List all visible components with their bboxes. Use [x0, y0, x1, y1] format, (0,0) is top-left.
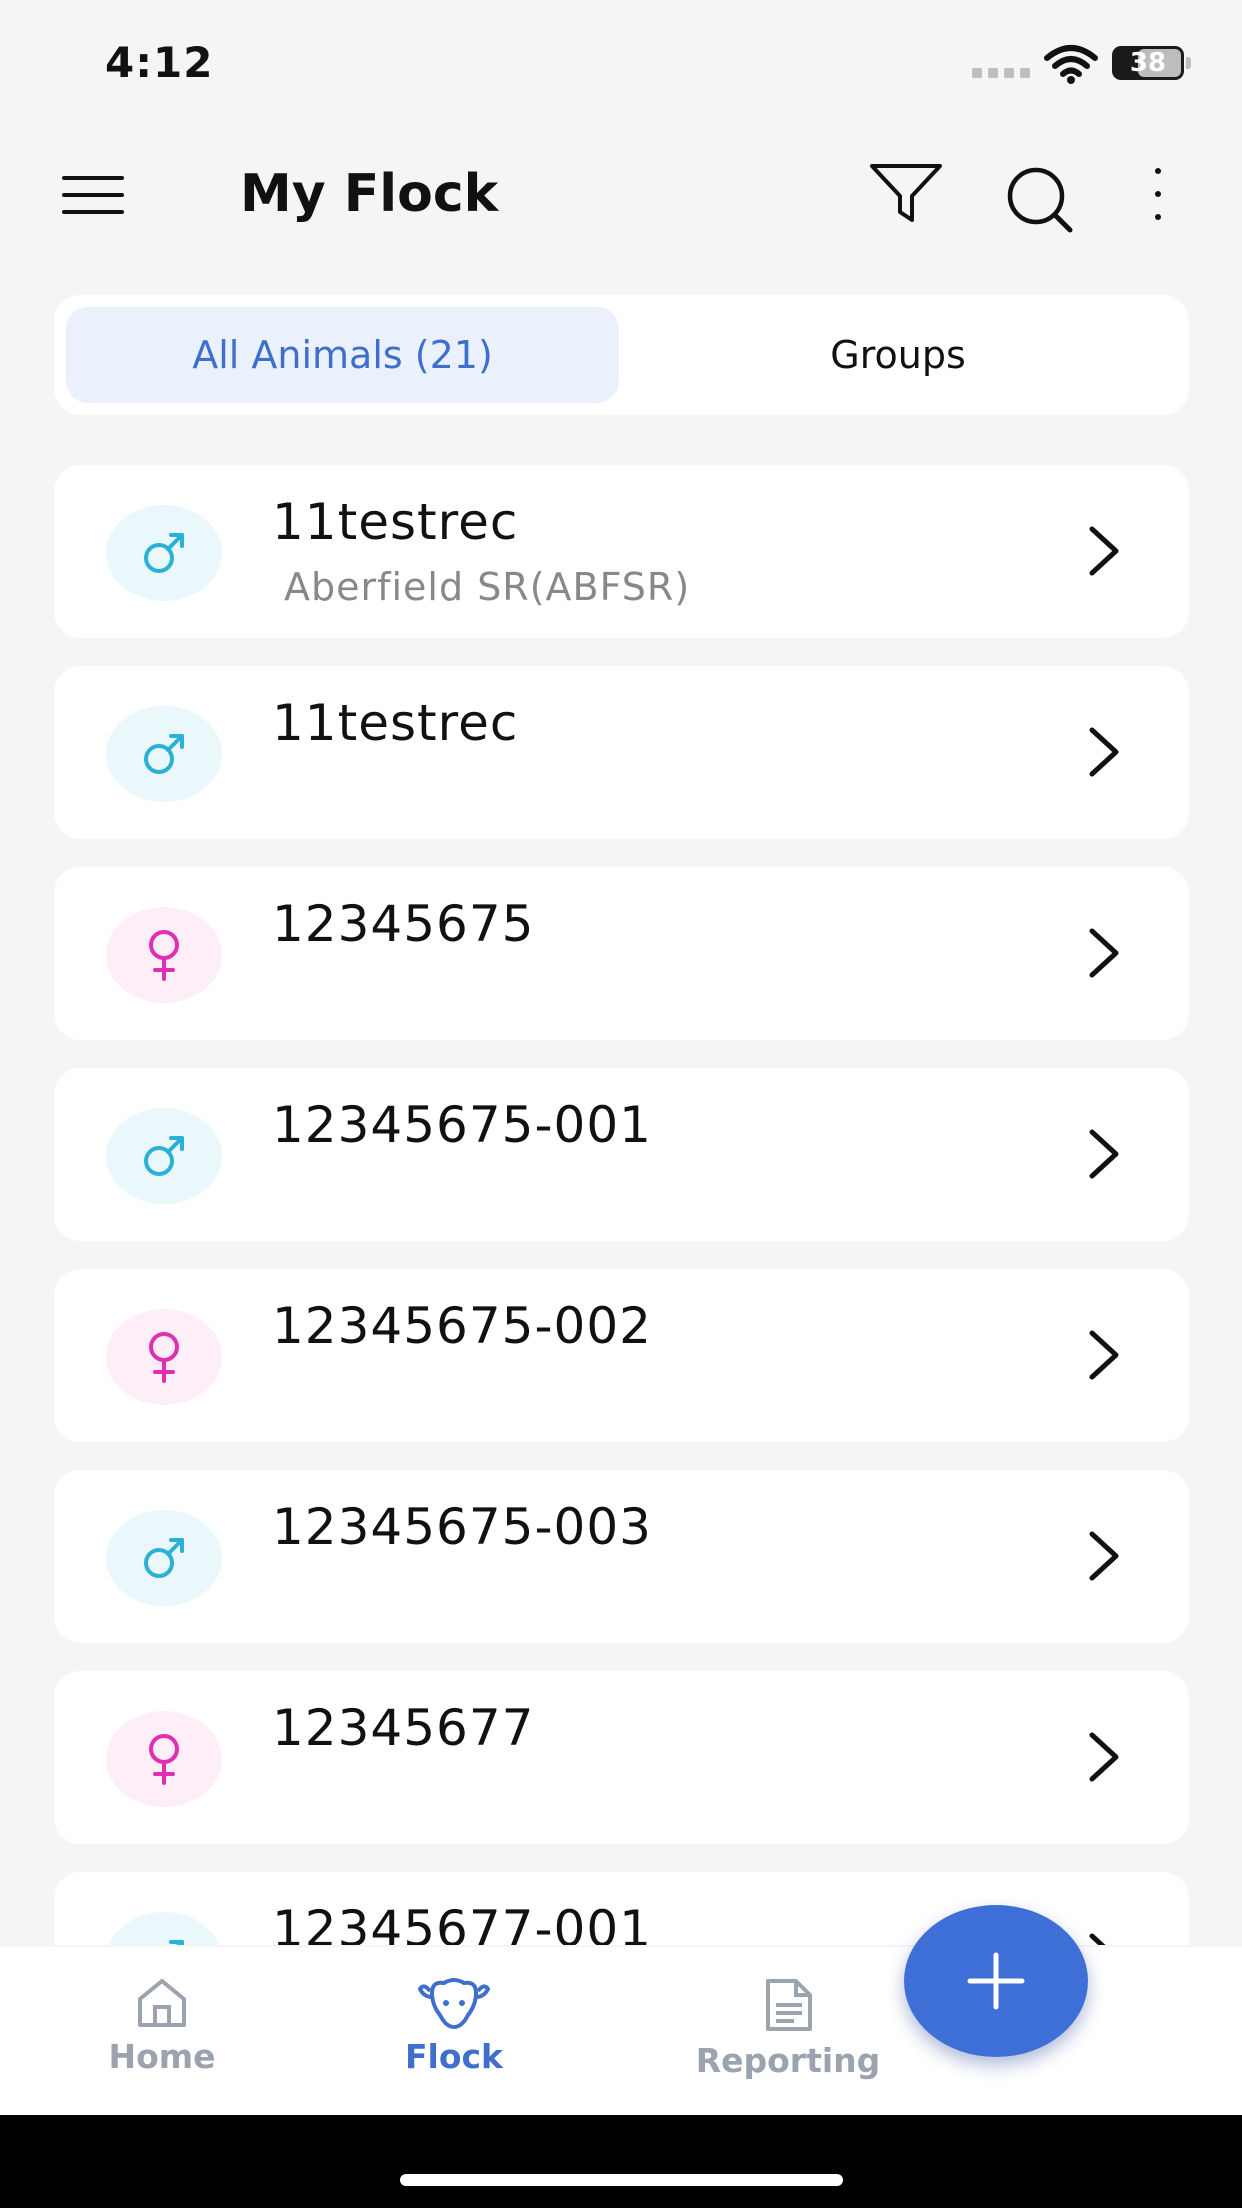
status-time: 4:12: [105, 38, 214, 87]
menu-icon[interactable]: [62, 176, 124, 218]
battery-icon: 38: [1112, 46, 1192, 80]
chevron-right-icon: [1084, 927, 1124, 983]
app-bar: My Flock: [0, 140, 1242, 260]
nav-flock[interactable]: Flock: [334, 1977, 574, 2097]
female-icon: [106, 907, 222, 1003]
animal-name: 12345675-003: [272, 1498, 652, 1556]
chevron-right-icon: [1084, 1329, 1124, 1385]
chevron-right-icon: [1084, 1530, 1124, 1586]
animal-name: 11testrec: [272, 694, 519, 752]
animal-list-item[interactable]: 11testrec: [54, 666, 1189, 839]
nav-home-label: Home: [108, 2037, 216, 2076]
chevron-right-icon: [1084, 1128, 1124, 1184]
add-animal-button[interactable]: [904, 1905, 1088, 2057]
nav-reporting[interactable]: Reporting: [668, 1977, 908, 2097]
home-indicator-area: [0, 2115, 1242, 2208]
home-indicator[interactable]: [400, 2174, 843, 2186]
animal-breed: Aberfield SR(ABFSR): [284, 565, 691, 609]
battery-percent: 38: [1129, 48, 1167, 78]
cellular-signal-icon: [972, 68, 1030, 78]
filter-icon[interactable]: [868, 162, 944, 226]
page-title: My Flock: [240, 164, 499, 224]
tab-groups[interactable]: Groups: [619, 307, 1177, 403]
chevron-right-icon: [1084, 525, 1124, 581]
animal-name: 12345677: [272, 1699, 535, 1757]
male-icon: [106, 706, 222, 802]
animal-name: 12345675: [272, 895, 535, 953]
tab-all-animals[interactable]: All Animals (21): [66, 307, 619, 403]
chevron-right-icon: [1084, 1932, 1124, 1945]
plus-icon: [967, 1952, 1025, 2010]
more-vertical-icon[interactable]: [1152, 168, 1164, 228]
chevron-right-icon: [1084, 1731, 1124, 1787]
animal-list-item[interactable]: 12345677: [54, 1671, 1189, 1844]
nav-home[interactable]: Home: [42, 1977, 282, 2097]
chevron-right-icon: [1084, 726, 1124, 782]
animal-list-item[interactable]: 12345675-003: [54, 1470, 1189, 1643]
animal-list-item[interactable]: 12345675: [54, 867, 1189, 1040]
animal-list: 11testrec Aberfield SR(ABFSR) 11testrec 123…: [54, 465, 1189, 1945]
animal-list-item[interactable]: 12345675-001: [54, 1068, 1189, 1241]
nav-flock-label: Flock: [404, 2037, 504, 2076]
female-icon: [106, 1309, 222, 1405]
animal-name: 12345677-001: [272, 1900, 652, 1945]
animal-list-item[interactable]: 12345675-002: [54, 1269, 1189, 1442]
nav-reporting-label: Reporting: [695, 2041, 881, 2080]
sheep-icon: [418, 1978, 490, 2029]
document-icon: [766, 1979, 812, 2031]
male-icon: [106, 1510, 222, 1606]
animal-list-item[interactable]: 11testrec Aberfield SR(ABFSR): [54, 465, 1189, 638]
male-icon: [106, 1108, 222, 1204]
status-bar: 4:12 38: [0, 0, 1242, 120]
search-icon[interactable]: [1004, 164, 1076, 234]
animal-name: 12345675-002: [272, 1297, 652, 1355]
home-icon: [138, 1979, 186, 2027]
male-icon: [106, 1912, 222, 1945]
female-icon: [106, 1711, 222, 1807]
male-icon: [106, 505, 222, 601]
flock-view-tabs: All Animals (21) Groups: [54, 295, 1189, 415]
animal-name: 11testrec: [272, 493, 519, 551]
wifi-icon: [1044, 45, 1098, 84]
animal-name: 12345675-001: [272, 1096, 652, 1154]
